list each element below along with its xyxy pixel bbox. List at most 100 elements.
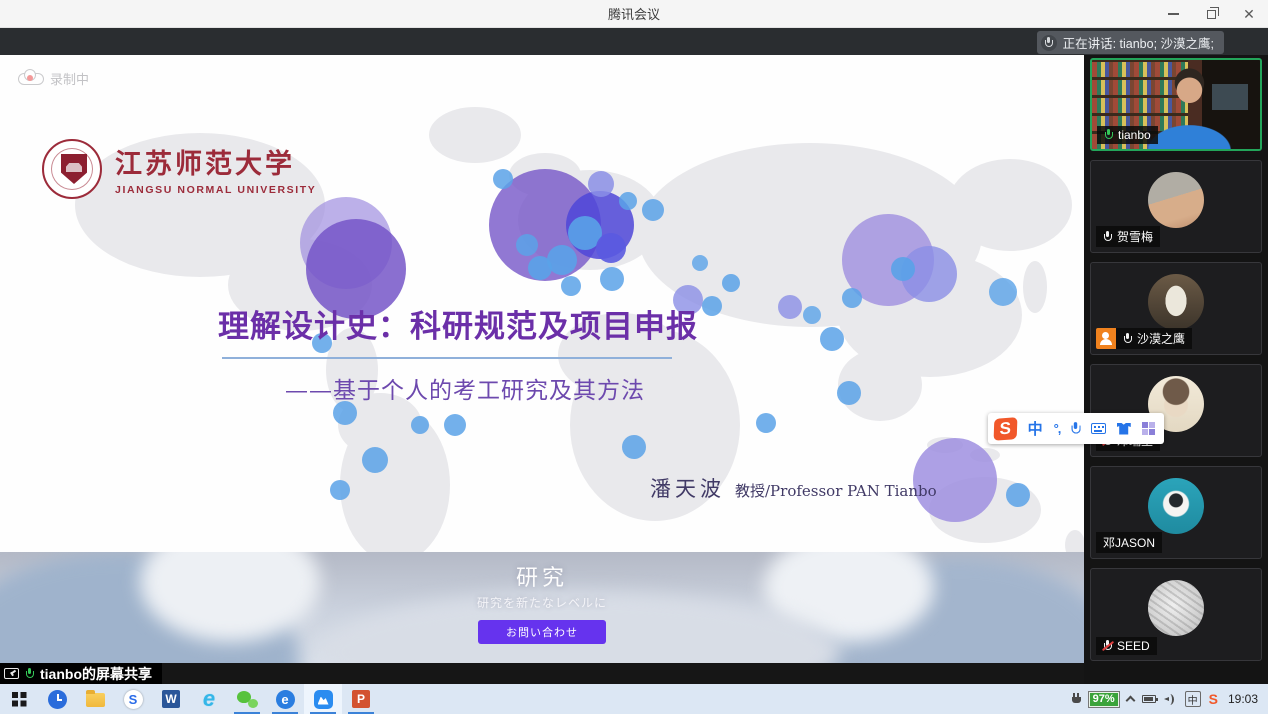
- windows-taskbar: S We e P 97% 中 S 19:03: [0, 684, 1268, 714]
- map-bubble: [622, 435, 646, 459]
- participant-tile[interactable]: 邓JASON: [1090, 466, 1262, 559]
- screen-share-icon: [4, 668, 19, 679]
- presenter-name: 潘天波: [650, 473, 725, 503]
- restore-button[interactable]: [1192, 0, 1230, 28]
- wechat-icon: [237, 691, 258, 708]
- participant-tile[interactable]: 沙漠之鹰: [1090, 262, 1262, 355]
- university-name-en: JIANGSU NORMAL UNIVERSITY: [115, 184, 316, 196]
- participant-tile[interactable]: 贺雪梅: [1090, 160, 1262, 253]
- chinese-mode-button[interactable]: 中: [1028, 418, 1043, 439]
- tencent-meeting-window: 腾讯会议 ✕ 正在讲话: tianbo; 沙漠之鹰;: [0, 0, 1268, 714]
- screen-share-statusbar: tianbo的屏幕共享: [0, 663, 1084, 684]
- system-tray: 97% 中 S 19:03: [1072, 691, 1268, 707]
- taskbar-apps: S We e P: [0, 684, 380, 714]
- map-bubble: [516, 234, 538, 256]
- restore-icon: [1207, 10, 1216, 19]
- map-bubble: [362, 447, 388, 473]
- minimize-icon: [1168, 13, 1179, 15]
- ppt-taskbar-button[interactable]: P: [342, 684, 380, 714]
- folder-taskbar-button[interactable]: [76, 684, 114, 714]
- sogou-logo-icon[interactable]: S: [994, 417, 1017, 441]
- recording-label: 录制中: [50, 69, 89, 88]
- map-bubble: [561, 276, 581, 296]
- participant-tile[interactable]: tianbo: [1090, 58, 1262, 151]
- ebrowser-icon: e: [276, 690, 295, 709]
- cloud-recording-icon: [18, 72, 42, 85]
- university-block: 江苏师范大学 JIANGSU NORMAL UNIVERSITY: [42, 139, 316, 199]
- sogou-ime-toolbar: S 中 °,: [988, 413, 1164, 444]
- battery-icon[interactable]: [1142, 695, 1156, 703]
- map-bubble: [444, 414, 466, 436]
- start-icon: [12, 692, 27, 707]
- webpage-banner: 研究 研究を新たなレベルに お問い合わせ: [0, 552, 1084, 663]
- participant-label: 沙漠之鹰: [1116, 328, 1192, 349]
- meeting-toolbar: 正在讲话: tianbo; 沙漠之鹰;: [0, 28, 1268, 55]
- punctuation-button[interactable]: °,: [1054, 421, 1061, 436]
- meeting-icon: [314, 690, 333, 709]
- participant-name: tianbo: [1118, 128, 1151, 142]
- participant-name: 邓JASON: [1103, 534, 1155, 551]
- power-plug-icon[interactable]: [1072, 693, 1081, 706]
- map-bubble: [642, 199, 664, 221]
- participants-sidebar: tianbo 贺雪梅 沙漠之鹰: [1084, 55, 1268, 684]
- main-area: 录制中 江苏师范大学 JIANGSU NORMAL UNIVERSITY 理解设…: [0, 55, 1268, 684]
- map-bubble: [528, 256, 552, 280]
- close-icon: ✕: [1243, 7, 1255, 21]
- banner-title: 研究: [0, 560, 1084, 592]
- ppt-icon: P: [352, 690, 370, 708]
- speaking-text: 正在讲话: tianbo; 沙漠之鹰;: [1063, 33, 1214, 52]
- map-bubble: [842, 288, 862, 308]
- word-taskbar-button[interactable]: W: [152, 684, 190, 714]
- map-bubble: [702, 296, 722, 316]
- participant-avatar: [1148, 172, 1204, 228]
- titlebar: 腾讯会议 ✕: [0, 0, 1268, 28]
- map-bubble: [989, 278, 1017, 306]
- clock-taskbar-button[interactable]: [38, 684, 76, 714]
- speaking-indicator: 正在讲话: tianbo; 沙漠之鹰;: [1037, 31, 1224, 54]
- start-taskbar-button[interactable]: [0, 684, 38, 714]
- participant-avatar: [1148, 274, 1204, 330]
- meeting-taskbar-button[interactable]: [304, 684, 342, 714]
- clock-time[interactable]: 19:03: [1228, 692, 1258, 706]
- battery-percent-badge[interactable]: 97%: [1089, 692, 1119, 707]
- map-bubble: [692, 255, 708, 271]
- speaker-icon[interactable]: [1164, 694, 1177, 705]
- clock-icon: [48, 690, 67, 709]
- window-controls: ✕: [1154, 0, 1268, 28]
- skin-icon[interactable]: [1117, 423, 1131, 435]
- tray-expand-chevron-icon[interactable]: [1125, 696, 1135, 706]
- voice-input-button[interactable]: [1071, 422, 1081, 436]
- mic-icon: [25, 668, 34, 680]
- ie-taskbar-button[interactable]: e: [190, 684, 228, 714]
- participant-label: tianbo: [1097, 126, 1158, 144]
- participant-name: 沙漠之鹰: [1137, 330, 1185, 347]
- sogou-tray-icon[interactable]: S: [1209, 691, 1218, 707]
- map-bubble: [756, 413, 776, 433]
- word-icon: W: [162, 690, 180, 708]
- keyboard-icon[interactable]: [1091, 423, 1105, 434]
- map-bubble: [600, 267, 624, 291]
- minimize-button[interactable]: [1154, 0, 1192, 28]
- toolbox-icon[interactable]: [1142, 422, 1154, 435]
- map-bubble: [619, 192, 637, 210]
- participant-label: 贺雪梅: [1096, 226, 1160, 247]
- participant-name: 贺雪梅: [1117, 228, 1153, 245]
- presenter-line: 潘天波 教授/Professor PAN Tianbo: [650, 473, 937, 503]
- contact-button: お問い合わせ: [478, 620, 606, 644]
- map-bubble: [493, 169, 513, 189]
- close-button[interactable]: ✕: [1230, 0, 1268, 28]
- map-bubble: [837, 381, 861, 405]
- screen-share-label: tianbo的屏幕共享: [0, 663, 162, 684]
- map-bubble: [803, 306, 821, 324]
- input-language-indicator[interactable]: 中: [1185, 691, 1201, 707]
- wechat-taskbar-button[interactable]: [228, 684, 266, 714]
- university-logo: [42, 139, 102, 199]
- participant-tile[interactable]: SEED: [1090, 568, 1262, 661]
- map-bubble: [891, 257, 915, 281]
- ebrowser-taskbar-button[interactable]: e: [266, 684, 304, 714]
- host-badge-icon: [1096, 328, 1116, 349]
- sogou-taskbar-button[interactable]: S: [114, 684, 152, 714]
- folder-icon: [86, 693, 105, 707]
- sogou-icon: S: [124, 690, 143, 709]
- map-bubble: [411, 416, 429, 434]
